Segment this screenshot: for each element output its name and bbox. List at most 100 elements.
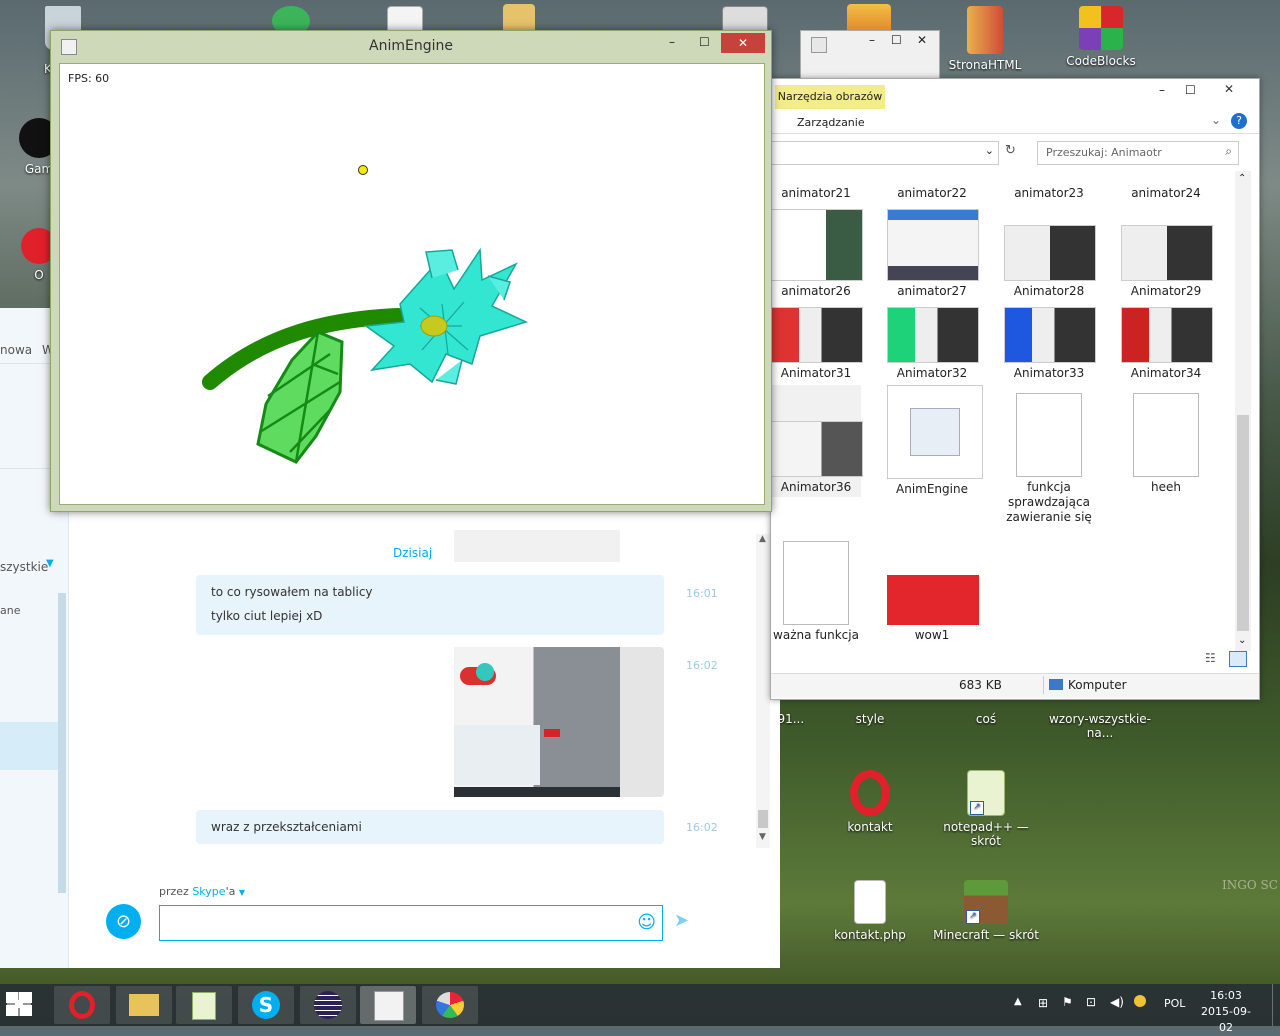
help-icon[interactable]: ?	[1231, 113, 1247, 129]
ribbon-divider	[771, 133, 1259, 134]
wallpaper-watermark: INGO SC	[1222, 878, 1278, 892]
desktop-codeblocks[interactable]: CodeBlocks	[1058, 6, 1144, 68]
chevron-down-icon[interactable]: ⌄	[985, 144, 994, 157]
previous-image-fragment[interactable]	[454, 530, 620, 562]
details-view-icon[interactable]: ☷	[1205, 651, 1216, 665]
file-item[interactable]: wow1	[887, 541, 979, 643]
image-thumbnail	[1004, 225, 1096, 281]
taskbar-java[interactable]	[360, 986, 416, 1024]
image-thumbnail	[887, 209, 979, 281]
scroll-up-icon[interactable]: ▲	[759, 534, 766, 544]
input-language[interactable]: POL	[1164, 997, 1185, 1010]
yellow-point	[358, 165, 368, 175]
scroll-thumb[interactable]	[758, 810, 768, 828]
file-item[interactable]: animator23	[1004, 171, 1094, 201]
scroll-down-icon[interactable]: ▼	[759, 832, 766, 842]
file-item-selected[interactable]: Animator36	[771, 385, 863, 497]
via-skype-label[interactable]: przez Skype'a ▼	[159, 885, 245, 898]
scroll-thumb[interactable]	[1237, 415, 1249, 631]
status-size: 683 KB	[959, 678, 1002, 692]
search-input[interactable]: Przeszukaj: Animaotr	[1046, 146, 1162, 159]
desktop-kontakt-opera[interactable]: kontakt	[827, 770, 913, 834]
ribbon-tab-image-tools[interactable]: Narzędzia obrazów	[775, 85, 885, 109]
skype-sidebar-scrollbar[interactable]	[58, 593, 66, 893]
message-input[interactable]: ☺	[159, 905, 663, 941]
taskbar-eclipse[interactable]	[300, 986, 356, 1024]
skype-side-label-nowa[interactable]: nowa	[0, 343, 32, 357]
show-desktop-button[interactable]	[1272, 984, 1280, 1026]
via-suffix: 'a	[225, 885, 236, 898]
clock[interactable]: 16:03 2015-09-02	[1196, 988, 1256, 1036]
file-item[interactable]: ważna funkcja	[771, 541, 861, 643]
ribbon-subtab-manage[interactable]: Zarządzanie	[797, 116, 865, 129]
attach-button[interactable]: ⊘	[106, 904, 141, 939]
close-button[interactable]: ✕	[721, 33, 765, 53]
desktop-kontakt-php[interactable]: kontakt.php	[827, 880, 913, 942]
java-cup-icon	[910, 408, 960, 456]
search-icon[interactable]: ⌕	[1225, 144, 1232, 159]
file-item[interactable]: animator21	[771, 171, 861, 201]
taskbar-skype[interactable]: S	[238, 986, 294, 1024]
desktop-stronahtml[interactable]: StronaHTML	[942, 6, 1028, 72]
minimize-icon[interactable]: –	[1159, 83, 1165, 97]
taskbar-opera[interactable]	[54, 986, 110, 1024]
skype-contact-selected[interactable]	[0, 722, 58, 770]
screenshot-thumbnail	[454, 647, 620, 797]
scroll-down-icon[interactable]: ⌄	[1238, 635, 1246, 646]
refresh-icon[interactable]: ↻	[1005, 143, 1016, 158]
minimize-icon[interactable]: –	[869, 33, 875, 47]
file-item[interactable]: funkcja sprawdzająca zawieranie się	[1004, 393, 1094, 525]
file-item[interactable]: animator26	[771, 209, 863, 299]
taskbar-paint[interactable]	[422, 986, 478, 1024]
search-box[interactable]: Przeszukaj: Animaotr ⌕	[1037, 141, 1239, 165]
message-image[interactable]	[454, 647, 664, 797]
file-item[interactable]: animator22	[887, 171, 977, 201]
file-item[interactable]: Animator31	[771, 307, 863, 381]
network-icon[interactable]: ⊡	[1086, 995, 1096, 1009]
large-icons-view-icon[interactable]	[1229, 651, 1247, 667]
send-icon[interactable]: ➤	[674, 910, 689, 931]
volume-icon[interactable]: ◀)	[1110, 995, 1124, 1009]
taskbar-file-explorer[interactable]	[116, 986, 172, 1024]
start-button[interactable]	[6, 992, 36, 1018]
flag-icon[interactable]: ⚑	[1062, 995, 1073, 1009]
notepadpp-icon: ↗	[967, 770, 1005, 816]
file-item[interactable]: Animator32	[887, 307, 979, 381]
chevron-down-icon[interactable]: ▼	[46, 558, 54, 569]
maximize-icon[interactable]: ☐	[699, 35, 710, 49]
file-item[interactable]: Animator33	[1004, 307, 1096, 381]
chevron-down-icon[interactable]: ⌄	[1211, 113, 1221, 127]
close-button[interactable]: ✕	[1207, 79, 1251, 99]
explorer-scrollbar[interactable]: ⌃ ⌄	[1235, 171, 1251, 651]
maximize-icon[interactable]: ☐	[1185, 83, 1196, 97]
file-item[interactable]: AnimEngine	[887, 385, 983, 497]
file-item[interactable]: Animator34	[1121, 307, 1213, 381]
address-bar[interactable]: ⌄	[771, 141, 999, 165]
minimize-icon[interactable]: –	[669, 35, 675, 49]
shortcut-arrow-icon: ↗	[970, 801, 984, 815]
windows-tray-icon[interactable]: ⊞	[1038, 996, 1048, 1010]
desktop-minecraft[interactable]: ↗ Minecraft — skrót	[930, 880, 1042, 942]
file-item[interactable]: Animator29	[1121, 209, 1213, 299]
desktop-style[interactable]: style	[827, 712, 913, 726]
desktop-wzory[interactable]: wzory-wszystkie-na...	[1040, 712, 1160, 740]
message-time: 16:02	[686, 659, 718, 672]
scroll-up-icon[interactable]: ⌃	[1238, 173, 1246, 184]
close-icon[interactable]: ✕	[917, 33, 927, 47]
file-item[interactable]: animator27	[887, 209, 979, 299]
weather-icon[interactable]	[1134, 995, 1146, 1007]
desktop-cos[interactable]: coś	[943, 712, 1029, 726]
file-item[interactable]: animator24	[1121, 171, 1211, 201]
chat-scrollbar[interactable]: ▲ ▼	[756, 534, 770, 848]
skype-filter-all[interactable]: szystkie	[0, 560, 48, 574]
emoticon-icon[interactable]: ☺	[637, 912, 656, 933]
show-hidden-icons-icon[interactable]: ▲	[1014, 996, 1022, 1007]
file-item[interactable]: Animator28	[1004, 209, 1096, 299]
small-java-window[interactable]: – ☐ ✕	[800, 30, 940, 82]
maximize-icon[interactable]: ☐	[891, 33, 902, 47]
drawing-canvas[interactable]: FPS: 60	[59, 63, 765, 505]
taskbar-notepadpp[interactable]	[176, 986, 232, 1024]
desktop-notepadpp[interactable]: ↗ notepad++ — skrót	[930, 770, 1042, 848]
thumb-red-block	[544, 729, 560, 737]
file-item[interactable]: heeh	[1121, 393, 1211, 495]
